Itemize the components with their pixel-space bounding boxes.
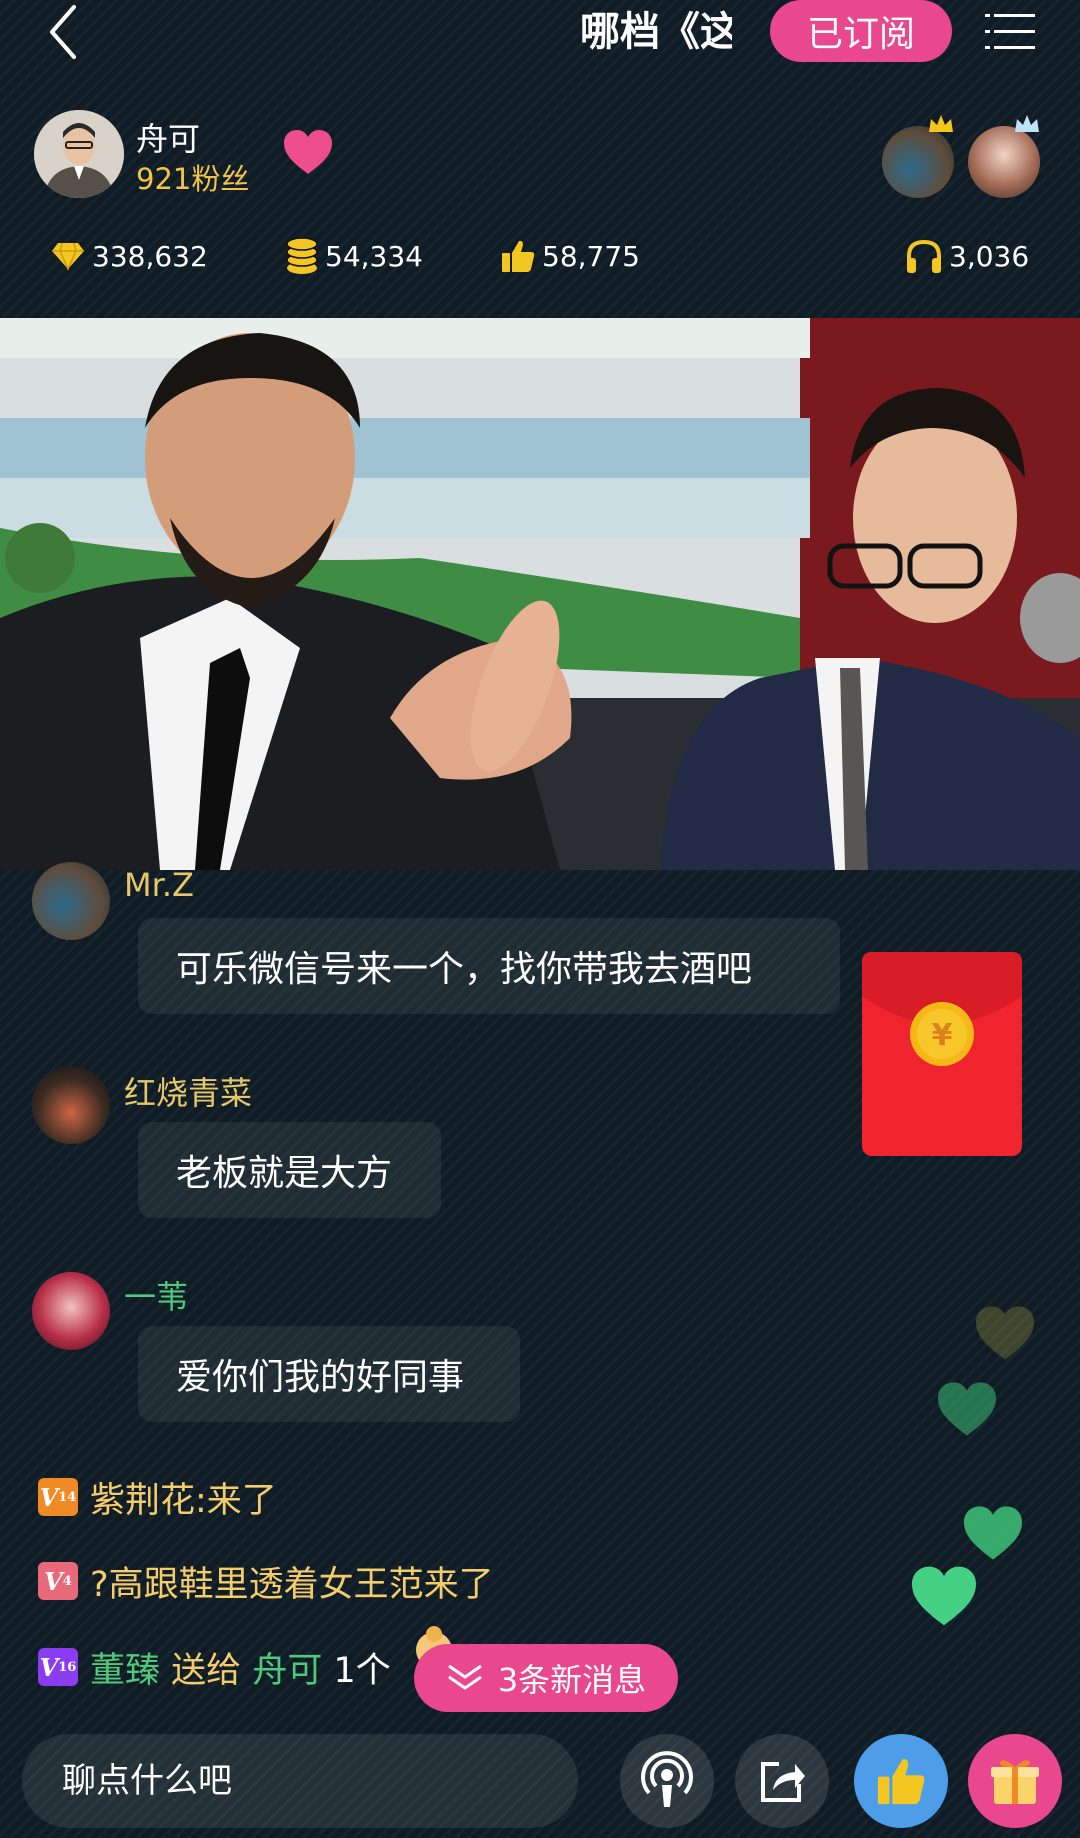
system-message: V 14 紫荆花:来了 <box>38 1472 277 1522</box>
chat-username[interactable]: 红烧青菜 <box>124 1068 252 1114</box>
live-video[interactable] <box>0 318 1080 870</box>
svg-text:¥: ¥ <box>932 1018 953 1053</box>
coin-stat: 54,334 <box>285 236 423 276</box>
chevron-down-icon <box>447 1664 482 1690</box>
share-icon <box>761 1762 805 1802</box>
headphones-icon <box>907 239 941 273</box>
podcast-icon <box>641 1751 693 1807</box>
follow-button[interactable] <box>282 128 334 176</box>
chat-message: 爱你们我的好同事 <box>138 1326 520 1422</box>
host-avatar[interactable] <box>34 110 124 198</box>
like-button[interactable] <box>854 1734 948 1828</box>
gift-action: 送给 <box>171 1650 242 1691</box>
top-fan-avatar-1[interactable] <box>882 126 954 198</box>
like-count: 58,775 <box>542 239 640 273</box>
thumbs-up-icon <box>877 1759 925 1805</box>
system-message-text: ?高跟鞋里透着女王范来了 <box>90 1564 494 1605</box>
host-fans-count: 921粉丝 <box>136 162 250 196</box>
gift-button[interactable] <box>968 1734 1062 1828</box>
top-fan-avatar-2[interactable] <box>968 126 1040 198</box>
chat-avatar[interactable] <box>32 862 110 940</box>
red-envelope-icon: ¥ <box>862 952 1022 1156</box>
coin-count: 54,334 <box>325 239 423 273</box>
level-badge: V 16 <box>38 1648 78 1686</box>
menu-icon <box>985 14 1035 49</box>
page-title: 哪档《这 <box>580 9 732 55</box>
level-badge: V4 <box>38 1562 78 1600</box>
thumbs-up-icon <box>502 240 535 272</box>
new-messages-button[interactable]: 3条新消息 <box>414 1644 678 1712</box>
chat-message: 老板就是大方 <box>138 1122 441 1218</box>
back-icon <box>50 5 76 59</box>
host-name: 舟可 <box>136 120 201 158</box>
menu-button[interactable] <box>985 12 1035 52</box>
level-badge: V 14 <box>38 1478 78 1516</box>
chat-username[interactable]: 一苇 <box>124 1272 188 1318</box>
floating-heart-icon <box>972 1304 1038 1362</box>
chat-avatar[interactable] <box>32 1066 110 1144</box>
floating-heart-icon <box>906 1564 976 1626</box>
system-message-text: 紫荆花:来了 <box>90 1480 277 1521</box>
gift-icon <box>991 1760 1039 1804</box>
gift-sender[interactable]: 董臻 <box>90 1642 160 1693</box>
podcast-button[interactable] <box>620 1734 714 1828</box>
listener-count: 3,036 <box>949 239 1030 273</box>
chat-message: 可乐微信号来一个，找你带我去酒吧 <box>138 918 840 1014</box>
gift-count: 1个 <box>333 1650 391 1691</box>
crown-icon <box>928 114 954 134</box>
back-button[interactable] <box>48 0 98 64</box>
diamond-icon <box>52 242 84 271</box>
floating-heart-icon <box>960 1504 1026 1562</box>
gift-receiver[interactable]: 舟可 <box>252 1642 322 1693</box>
red-envelope-button[interactable]: ¥ <box>862 952 1022 1156</box>
chat-input[interactable] <box>22 1734 578 1828</box>
diamond-count: 338,632 <box>92 239 208 273</box>
heart-icon <box>284 130 332 174</box>
new-messages-label: 3条新消息 <box>497 1661 647 1699</box>
like-stat: 58,775 <box>500 236 640 276</box>
floating-heart-icon <box>934 1380 1000 1438</box>
system-message: V4 ?高跟鞋里透着女王范来了 <box>38 1556 494 1606</box>
share-button[interactable] <box>735 1734 829 1828</box>
crown-icon <box>1014 114 1040 134</box>
chat-avatar[interactable] <box>32 1272 110 1350</box>
coin-icon <box>286 237 318 274</box>
diamond-stat: 338,632 <box>50 236 208 276</box>
gift-message: V 16 董臻 送给 舟可 1个 <box>38 1642 391 1692</box>
chat-username[interactable]: Mr.Z <box>124 866 194 904</box>
subscribe-button[interactable]: 已订阅 <box>770 0 952 62</box>
listener-stat: 3,036 <box>905 236 1029 276</box>
